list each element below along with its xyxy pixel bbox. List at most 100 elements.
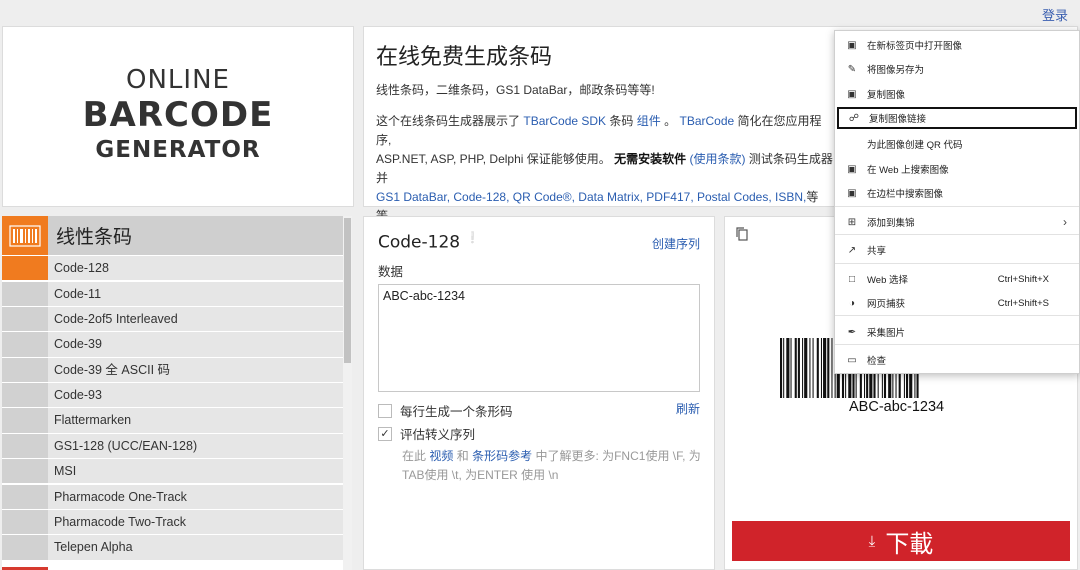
sidebar-item[interactable]: Code-39 全 ASCII 码: [2, 357, 352, 382]
sidebar-item[interactable]: Pharmacode One-Track: [2, 484, 352, 509]
video-link[interactable]: 视频: [429, 449, 453, 463]
context-menu-separator: [835, 344, 1079, 345]
context-menu-separator: [835, 263, 1079, 264]
sidebar-item-label: Code-39 全 ASCII 码: [54, 362, 171, 377]
sidebar-item-label: Pharmacode Two-Track: [54, 514, 186, 529]
sidebar-item-swatch: [2, 383, 48, 408]
context-menu-item[interactable]: ▣ 复制图像: [835, 83, 1079, 105]
sidebar-item[interactable]: Code-39: [2, 332, 352, 357]
hint-text: 在此: [402, 448, 427, 463]
barcode-human-readable: ABC-abc-1234: [849, 399, 945, 415]
download-button[interactable]: ⤓ 下載: [732, 521, 1070, 561]
sidebar-item[interactable]: Pharmacode Two-Track: [2, 509, 352, 535]
one-per-line-label: 每行生成一个条形码: [400, 405, 513, 420]
barcode-types-links[interactable]: GS1 DataBar, Code-128, QR Code®, Data Ma…: [376, 190, 806, 204]
context-menu: ▣ 在新标签页中打开图像 ✎ 将图像另存为 ▣ 复制图像 ☍ 复制图像链接 为此图像创建 QR …: [834, 30, 1080, 374]
sidebar-item[interactable]: Code-2of5 Interleaved: [2, 306, 352, 332]
context-menu-item[interactable]: ✎ 将图像另存为: [835, 58, 1079, 80]
context-menu-item-label: 复制图像: [867, 90, 906, 101]
context-menu-item[interactable]: ☍ 复制图像链接: [837, 107, 1077, 129]
sidebar-header[interactable]: 线性条码: [2, 216, 352, 255]
desc-text: 。: [664, 114, 677, 128]
sidebar-item-swatch: [2, 281, 48, 306]
barcode-reference-link[interactable]: 条形码参考: [472, 449, 532, 463]
data-input[interactable]: ABC-abc-1234: [378, 283, 700, 392]
copy-icon[interactable]: [734, 226, 750, 242]
context-menu-item-label: 将图像另存为: [867, 65, 925, 76]
context-menu-item[interactable]: ▣ 在边栏中搜索图像: [835, 182, 1079, 204]
sidebar-item-label: Pharmacode One-Track: [54, 489, 187, 504]
context-menu-separator: [835, 315, 1079, 316]
eval-escape-row: ✓ 评估转义序列: [378, 425, 700, 443]
context-menu-shortcut: Ctrl+Shift+S: [997, 297, 1049, 309]
desc-text: 这个在线条码生成器展示了: [376, 114, 521, 128]
sidebar-item-label: Telepen Alpha: [54, 540, 133, 555]
context-menu-item[interactable]: ↗ 共享: [835, 239, 1079, 261]
context-menu-item-label: 网页捕获: [867, 299, 906, 310]
sidebar-item-label: Code-2of5 Interleaved: [54, 311, 178, 326]
sidebar-item-swatch: [2, 433, 48, 458]
sidebar-item-swatch: [2, 256, 48, 281]
context-menu-item-label: 在新标签页中打开图像: [867, 41, 963, 52]
desc-bold: 无需安装软件: [614, 152, 687, 166]
context-menu-item-label: 复制图像链接: [869, 114, 927, 125]
link-icon: ☍: [848, 112, 860, 124]
login-link[interactable]: 登录: [1042, 5, 1068, 24]
context-menu-item[interactable]: ▭ 检查: [835, 349, 1079, 371]
tbarcode-sdk-link[interactable]: TBarCode SDK: [523, 114, 606, 128]
one-per-line-row: 每行生成一个条形码 刷新: [378, 402, 700, 420]
component-link[interactable]: 组件: [637, 114, 661, 128]
sidebar-item[interactable]: MSI: [2, 459, 352, 484]
logo-line-generator: GENERATOR: [95, 137, 261, 163]
eval-escape-checkbox[interactable]: ✓: [378, 426, 392, 441]
sidebar-item-label: MSI: [54, 464, 77, 479]
context-menu-shortcut: Ctrl+Shift+X: [997, 273, 1049, 285]
inspect-icon: ▭: [847, 354, 857, 366]
barcode-type-sidebar: 线性条码 Code-128 Code-11 Code-2of5 Interleave…: [2, 216, 352, 570]
image-icon: ▣: [847, 88, 857, 100]
refresh-link[interactable]: 刷新: [676, 400, 700, 417]
context-menu-item[interactable]: 为此图像创建 QR 代码: [835, 133, 1079, 155]
web-select-icon: □: [848, 273, 856, 285]
sidebar-item[interactable]: GS1-128 (UCC/EAN-128): [2, 433, 352, 458]
info-icon[interactable]: ❕: [466, 231, 480, 244]
escape-hint: 在此 视频 和 条形码参考 中了解更多: 为FNC1使用 \F, 为TAB使用 …: [402, 447, 702, 485]
context-menu-item[interactable]: ✒ 采集图片: [835, 321, 1079, 343]
sidebar-item-label: GS1-128 (UCC/EAN-128): [54, 438, 198, 453]
logo-line-online: ONLINE: [126, 65, 230, 95]
sidebar-item-swatch: [2, 459, 48, 484]
sidebar-item-swatch: [2, 332, 48, 357]
sidebar-item-label: Code-93: [54, 388, 102, 403]
context-menu-item[interactable]: □ Web 选择 Ctrl+Shift+X: [835, 268, 1079, 290]
sidebar-item-swatch: [2, 306, 48, 332]
context-menu-item-label: 添加到集锦: [867, 218, 915, 229]
sidebar-item-swatch: [2, 535, 48, 560]
context-menu-item-label: 检查: [867, 356, 887, 367]
sidebar-search-icon: ▣: [847, 187, 857, 199]
context-menu-separator: [835, 234, 1079, 235]
logo-panel: ONLINE BARCODE GENERATOR: [2, 26, 354, 207]
sidebar-item[interactable]: Code-128: [2, 256, 352, 281]
context-menu-item[interactable]: ▣ 在 Web 上搜索图像: [835, 158, 1079, 180]
tbarcode-link[interactable]: TBarCode: [679, 114, 734, 128]
blank-icon: [845, 137, 859, 151]
sidebar-item-swatch: [2, 357, 48, 382]
context-menu-item[interactable]: ⊞ 添加到集锦 ›: [835, 211, 1079, 233]
context-menu-item[interactable]: ◑ 网页捕获 Ctrl+Shift+S: [835, 292, 1079, 314]
context-menu-item[interactable]: ▣ 在新标签页中打开图像: [835, 34, 1079, 56]
data-label: 数据: [378, 264, 404, 279]
terms-link[interactable]: (使用条款): [689, 152, 745, 166]
sidebar-scrollbar[interactable]: [343, 216, 352, 570]
sidebar-item-label: Code-11: [54, 286, 102, 301]
sidebar-item[interactable]: Telepen Alpha: [2, 535, 352, 560]
one-per-line-checkbox[interactable]: [378, 403, 392, 418]
create-series-link[interactable]: 创建序列: [652, 235, 700, 252]
context-menu-item-label: 共享: [867, 246, 887, 257]
linear-barcode-icon: [2, 216, 48, 255]
sidebar-header-label: 线性条码: [56, 226, 133, 248]
context-menu-item-label: 采集图片: [867, 328, 906, 339]
sidebar-scrollbar-thumb[interactable]: [344, 218, 351, 363]
sidebar-item[interactable]: Code-11: [2, 281, 352, 306]
sidebar-item[interactable]: Flattermarken: [2, 408, 352, 433]
sidebar-item[interactable]: Code-93: [2, 383, 352, 408]
